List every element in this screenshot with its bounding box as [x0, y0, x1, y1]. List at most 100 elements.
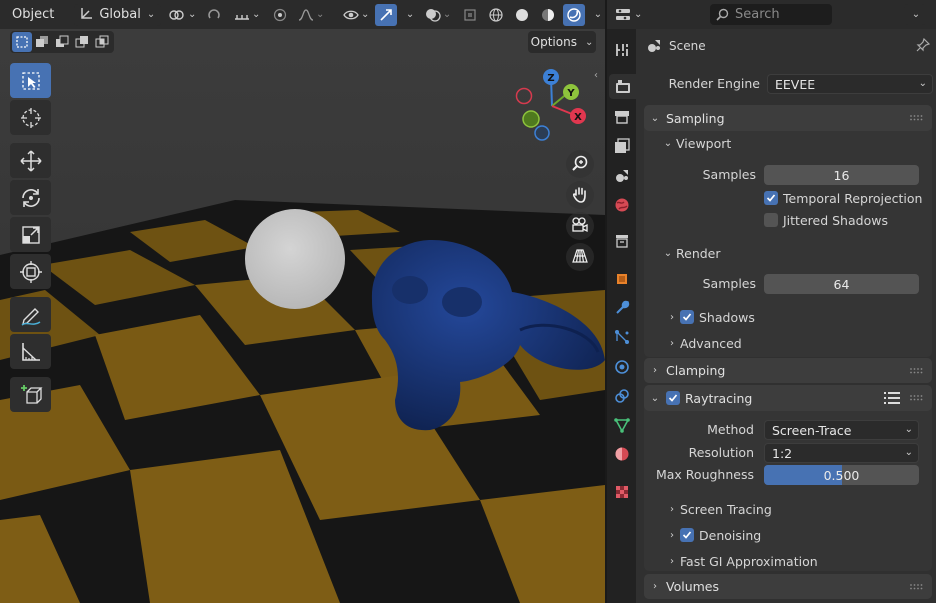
context-breadcrumb: Scene: [640, 35, 932, 57]
falloff-icon[interactable]: ⌄: [295, 4, 327, 26]
raytracing-enable-checkbox[interactable]: [666, 391, 680, 405]
tab-object[interactable]: [609, 266, 634, 291]
render-samples-field[interactable]: 64: [764, 274, 919, 294]
shadows-subpanel-header[interactable]: › Shadows: [664, 305, 755, 329]
volumes-panel-header[interactable]: › Volumes: [644, 574, 932, 599]
move-tool[interactable]: [10, 143, 51, 178]
list-icon[interactable]: [884, 391, 900, 408]
overlays-icon[interactable]: ⌄: [421, 4, 455, 26]
tab-constraints[interactable]: [609, 383, 634, 408]
screen-tracing-subpanel-header[interactable]: › Screen Tracing: [664, 497, 772, 521]
tab-scene[interactable]: [609, 162, 634, 187]
temporal-reprojection-checkbox[interactable]: Temporal Reprojection: [764, 186, 922, 210]
tab-physics[interactable]: [609, 354, 634, 379]
tab-texture[interactable]: [609, 479, 634, 504]
camera-view-button[interactable]: [566, 212, 594, 240]
chevron-right-icon: ›: [670, 337, 674, 349]
area-divider[interactable]: [605, 0, 607, 603]
checkbox-unchecked-icon: [764, 213, 778, 227]
measure-tool[interactable]: [10, 334, 51, 369]
navigation-gizmo[interactable]: Z Y X: [510, 66, 596, 152]
jittered-shadows-checkbox[interactable]: Jittered Shadows: [764, 208, 888, 232]
physics-icon: [614, 359, 629, 374]
pin-icon[interactable]: [916, 37, 931, 55]
cursor-tool[interactable]: [10, 100, 51, 135]
object-mode-menu[interactable]: Object: [6, 4, 60, 26]
properties-search-input[interactable]: Search: [710, 4, 832, 25]
tab-material[interactable]: [609, 441, 634, 466]
visibility-icon[interactable]: ⌄: [341, 4, 371, 26]
method-dropdown[interactable]: Screen-Trace ⌄: [764, 420, 919, 440]
chevron-right-icon: ›: [670, 555, 674, 567]
snap-target-icon[interactable]: ⌄: [229, 4, 265, 26]
perspective-toggle-button[interactable]: [566, 243, 594, 271]
raytracing-panel: ⌄ Raytracing Method Screen-Trace ⌄ Resol…: [644, 385, 932, 571]
scale-tool[interactable]: [10, 217, 51, 252]
sidebar-toggle-arrow[interactable]: ‹: [594, 70, 604, 84]
xray-toggle-icon[interactable]: [459, 4, 481, 26]
solid-shading-icon[interactable]: [511, 4, 533, 26]
properties-options-dropdown[interactable]: ⌄: [904, 4, 926, 25]
transform-orientation-dropdown[interactable]: Global ⌄: [74, 3, 162, 26]
tab-tool[interactable]: [609, 37, 634, 62]
shading-options-chevron-icon[interactable]: ⌄: [589, 4, 605, 26]
particles-icon: [614, 329, 629, 344]
rotate-tool[interactable]: [10, 180, 51, 215]
zoom-button[interactable]: [566, 150, 594, 178]
drag-grip-icon[interactable]: [910, 584, 924, 590]
material-preview-icon[interactable]: [537, 4, 559, 26]
editor-type-dropdown[interactable]: ⌄: [615, 4, 645, 26]
select-new-icon[interactable]: [12, 32, 32, 52]
select-intersect-icon[interactable]: [92, 32, 112, 52]
fast-gi-subpanel-header[interactable]: › Fast GI Approximation: [664, 549, 818, 573]
pivot-point-icon[interactable]: ⌄: [165, 4, 199, 26]
tab-output[interactable]: [609, 104, 634, 129]
options-dropdown[interactable]: Options ⌄: [528, 31, 596, 53]
render-subpanel-header[interactable]: ⌄ Render: [660, 241, 721, 265]
drag-grip-icon[interactable]: [910, 368, 924, 374]
3d-viewport[interactable]: Object Global ⌄ ⌄ ⌄ ⌄ ⌄ ⌄ ⌄ ⌄ Options ⌄ …: [0, 0, 605, 603]
resolution-dropdown[interactable]: 1:2 ⌄: [764, 443, 919, 463]
proportional-edit-icon[interactable]: [269, 4, 291, 26]
add-cube-tool[interactable]: [10, 377, 51, 412]
tab-world[interactable]: [609, 192, 634, 217]
raytracing-panel-header[interactable]: ⌄ Raytracing: [644, 385, 932, 411]
sampling-panel-header[interactable]: ⌄ Sampling: [644, 105, 932, 131]
drag-grip-icon[interactable]: [910, 395, 924, 401]
transform-tool[interactable]: [10, 254, 51, 289]
world-icon: [615, 198, 628, 211]
select-invert-icon[interactable]: [72, 32, 92, 52]
gizmo-menu-chevron-icon[interactable]: ⌄: [401, 4, 417, 26]
tab-collection[interactable]: [609, 228, 634, 253]
raytracing-title: Raytracing: [685, 390, 753, 406]
max-roughness-slider[interactable]: 0.500: [764, 465, 919, 485]
select-subtract-icon[interactable]: [52, 32, 72, 52]
select-box-tool[interactable]: [10, 63, 51, 98]
method-value: Screen-Trace: [772, 422, 852, 438]
chevron-right-icon: ›: [670, 311, 674, 323]
tab-view-layer[interactable]: [609, 133, 634, 158]
tab-data[interactable]: [609, 412, 634, 437]
shadows-label: Shadows: [699, 309, 755, 325]
clamping-panel-header[interactable]: › Clamping: [644, 358, 932, 383]
rendered-shading-icon[interactable]: [563, 3, 585, 26]
pan-button[interactable]: [566, 181, 594, 209]
select-extend-icon[interactable]: [32, 32, 52, 52]
wireframe-shading-icon[interactable]: [485, 4, 507, 26]
viewport-subpanel-header[interactable]: ⌄ Viewport: [660, 131, 732, 155]
collection-icon: [615, 234, 628, 248]
gizmo-toggle-icon[interactable]: [375, 3, 398, 26]
denoising-subpanel-header[interactable]: › Denoising: [664, 523, 761, 547]
drag-grip-icon[interactable]: [910, 115, 924, 121]
annotate-tool[interactable]: [10, 297, 51, 332]
tab-modifiers[interactable]: [609, 295, 634, 320]
tab-render[interactable]: [609, 74, 636, 99]
chevron-down-icon: ⌄: [918, 78, 927, 89]
snap-toggle-icon[interactable]: [203, 4, 225, 26]
advanced-subpanel-header[interactable]: › Advanced: [664, 331, 742, 355]
checkbox-checked-icon[interactable]: [680, 310, 694, 324]
viewport-samples-field[interactable]: 16: [764, 165, 919, 185]
tab-particles[interactable]: [609, 324, 634, 349]
render-engine-dropdown[interactable]: EEVEE ⌄: [767, 74, 933, 94]
checkbox-checked-icon[interactable]: [680, 528, 694, 542]
